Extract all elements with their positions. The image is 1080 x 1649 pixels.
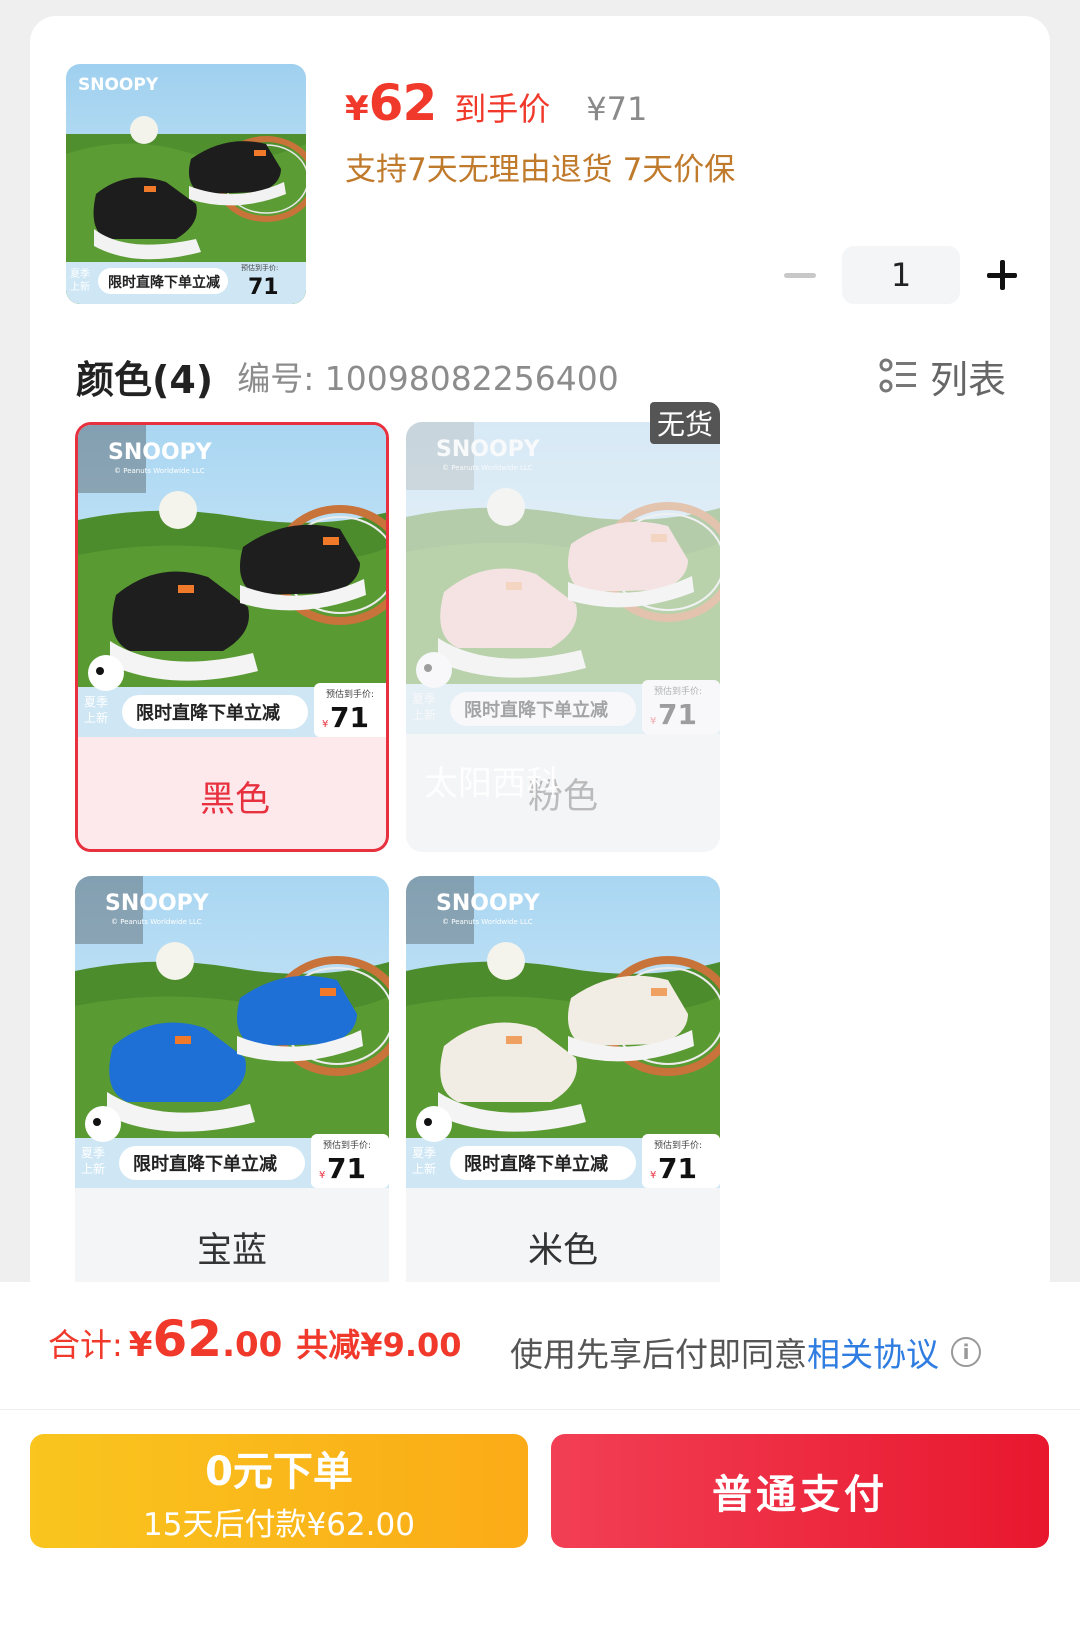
svg-text:限时直降下单立减: 限时直降下单立减 <box>464 699 608 721</box>
svg-text:¥: ¥ <box>650 1170 656 1181</box>
svg-text:限时直降下单立减: 限时直降下单立减 <box>133 1153 277 1175</box>
total-label: 合计: <box>48 1326 123 1364</box>
option-label: 黑色 <box>199 779 270 820</box>
total-integer: 62 <box>152 1310 223 1368</box>
svg-text:预估到手价:: 预估到手价: <box>654 685 702 697</box>
list-label: 列表 <box>929 357 1006 402</box>
svg-text:上新: 上新 <box>412 707 436 722</box>
svg-text:¥: ¥ <box>322 719 328 730</box>
svg-text:夏季: 夏季 <box>81 1146 105 1160</box>
list-view-toggle[interactable]: 列表 <box>878 346 1006 406</box>
svg-text:预估到手价:: 预估到手价: <box>654 1139 702 1151</box>
svg-text:上新: 上新 <box>81 1161 105 1176</box>
svg-text:© Peanuts Worldwide LLC: © Peanuts Worldwide LLC <box>111 918 202 926</box>
quantity-input[interactable]: 1 <box>842 246 960 304</box>
svg-text:71: 71 <box>330 701 369 734</box>
price-currency: ¥ <box>345 89 369 129</box>
svg-text:© Peanuts Worldwide LLC: © Peanuts Worldwide LLC <box>114 467 205 475</box>
svg-text:71: 71 <box>658 1152 697 1185</box>
svg-text:预估到手价:: 预估到手价: <box>241 263 278 272</box>
svg-text:© Peanuts Worldwide LLC: © Peanuts Worldwide LLC <box>442 918 533 926</box>
color-option-black[interactable]: 限时直降下单立减 夏季 上新 预估到手价: ¥ 71 SNOOPY © Pean… <box>75 422 389 852</box>
svg-text:¥: ¥ <box>319 1170 325 1181</box>
normal-pay-label: 普通支付 <box>712 1472 888 1518</box>
svg-text:预估到手价:: 预估到手价: <box>323 1139 371 1151</box>
out-of-stock-badge: 无货 <box>650 402 720 444</box>
minus-icon <box>784 272 816 278</box>
svg-text:¥: ¥ <box>650 716 656 727</box>
list-icon <box>879 358 916 393</box>
option-image: 限时直降下单立减 夏季 上新 预估到手价: ¥ 71 SNOOPY © Pean… <box>406 876 720 1188</box>
svg-text:71: 71 <box>658 698 697 731</box>
svg-text:© Peanuts Worldwide LLC: © Peanuts Worldwide LLC <box>442 464 533 472</box>
svg-text:71: 71 <box>327 1152 366 1185</box>
svg-text:预估到手价:: 预估到手价: <box>326 688 374 700</box>
price-row: ¥ 62 到手价 ¥71 <box>345 74 647 132</box>
sku-sheet: 限时直降下单立减 夏季 上新 预估到手价: 71 SNOOPY ¥ 62 到手价… <box>30 16 1050 1416</box>
svg-text:71: 71 <box>248 275 279 300</box>
return-policy: 支持7天无理由退货 7天价保 <box>345 152 736 188</box>
watermark: 太阳西科 <box>424 764 560 804</box>
agreement-notice: 使用先享后付即同意 相关协议 i <box>510 1328 981 1376</box>
svg-text:SNOOPY: SNOOPY <box>105 891 210 916</box>
sku-code: 编号: 10098082256400 <box>237 359 619 398</box>
final-price: 62 <box>368 74 438 132</box>
svg-text:上新: 上新 <box>412 1161 436 1176</box>
svg-text:SNOOPY: SNOOPY <box>436 437 541 462</box>
increase-button[interactable] <box>972 246 1032 304</box>
color-option-beige[interactable]: 限时直降下单立减 夏季 上新 预估到手价: ¥ 71 SNOOPY © Pean… <box>406 876 720 1306</box>
total-decimal: .00 <box>222 1325 283 1365</box>
svg-text:SNOOPY: SNOOPY <box>108 440 213 465</box>
svg-text:夏季: 夏季 <box>412 1146 436 1160</box>
color-section-header: 颜色(4) 编号: 10098082256400 列表 <box>76 346 1006 406</box>
svg-text:夏季: 夏季 <box>84 695 108 709</box>
footer-divider <box>0 1409 1080 1410</box>
original-price: ¥71 <box>586 90 648 128</box>
pay-later-button[interactable]: 0元下单 15天后付款¥62.00 <box>30 1434 528 1548</box>
svg-text:上新: 上新 <box>70 280 90 293</box>
agreement-text: 使用先享后付即同意 <box>510 1335 807 1374</box>
product-thumbnail: 限时直降下单立减 夏季 上新 预估到手价: 71 SNOOPY <box>66 64 306 304</box>
price-label: 到手价 <box>454 90 551 128</box>
svg-text:上新: 上新 <box>84 710 108 725</box>
svg-text:夏季: 夏季 <box>412 692 436 706</box>
normal-pay-button[interactable]: 普通支付 <box>551 1434 1049 1548</box>
option-image: 限时直降下单立减 夏季 上新 预估到手价: ¥ 71 SNOOPY © Pean… <box>75 876 389 1188</box>
svg-text:限时直降下单立减: 限时直降下单立减 <box>136 702 280 724</box>
svg-text:夏季: 夏季 <box>70 268 90 280</box>
order-total: 合计: ¥ 62 .00 共减¥9.00 <box>48 1310 462 1368</box>
info-icon[interactable]: i <box>951 1337 981 1367</box>
total-currency: ¥ <box>128 1325 153 1365</box>
total-saving: 共减¥9.00 <box>296 1326 462 1364</box>
pay-later-subtitle: 15天后付款¥62.00 <box>143 1506 415 1543</box>
quantity-stepper: 1 <box>770 246 1032 304</box>
agreement-link[interactable]: 相关协议 <box>807 1328 939 1376</box>
pay-later-title: 0元下单 <box>205 1448 353 1495</box>
svg-text:SNOOPY: SNOOPY <box>436 891 541 916</box>
section-title: 颜色(4) <box>76 357 214 402</box>
brand-logo: SNOOPY <box>78 75 159 95</box>
svg-text:限时直降下单立减: 限时直降下单立减 <box>464 1153 608 1175</box>
option-image: 限时直降下单立减 夏季 上新 预估到手价: ¥ 71 SNOOPY © Pean… <box>406 422 720 734</box>
thumb-promo-text: 限时直降下单立减 <box>108 274 220 291</box>
option-image: 限时直降下单立减 夏季 上新 预估到手价: ¥ 71 SNOOPY © Pean… <box>78 425 386 737</box>
checkout-footer: 合计: ¥ 62 .00 共减¥9.00 使用先享后付即同意 相关协议 i 0元… <box>0 1282 1080 1649</box>
color-option-royal-blue[interactable]: 限时直降下单立减 夏季 上新 预估到手价: ¥ 71 SNOOPY © Pean… <box>75 876 389 1306</box>
decrease-button[interactable] <box>770 246 830 304</box>
